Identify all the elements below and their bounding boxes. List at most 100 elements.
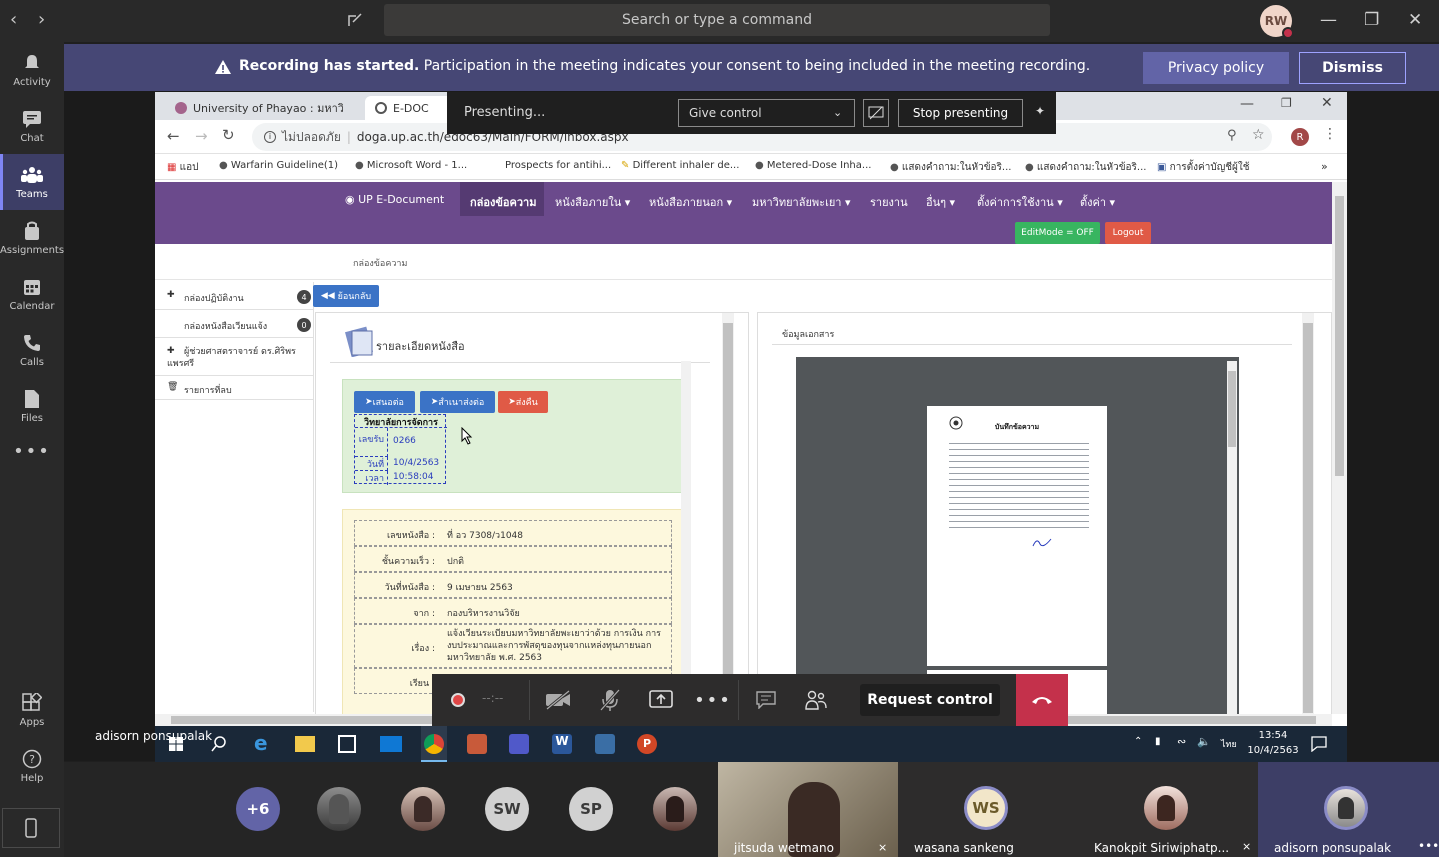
mail-icon[interactable] — [380, 736, 402, 752]
mobile-device-button[interactable] — [2, 808, 60, 848]
ellipsis-icon[interactable]: ••• — [1418, 839, 1439, 853]
maximize-icon[interactable]: ❐ — [1364, 10, 1379, 30]
store-icon[interactable] — [338, 735, 356, 753]
bookmark-item[interactable]: ✎ Different inhaler de... — [621, 160, 739, 171]
camera-off-button[interactable] — [532, 674, 584, 726]
inner-scrollbar[interactable] — [681, 361, 691, 714]
participant-avatar-sp[interactable]: SP — [569, 787, 613, 831]
nav-external[interactable]: หนังสือภายนอก ▾ — [649, 193, 732, 211]
rail-item-files[interactable]: Files — [0, 378, 64, 434]
profile-icon[interactable]: R — [1291, 128, 1309, 146]
nav-other[interactable]: อื่นๆ ▾ — [926, 193, 955, 211]
back-button[interactable]: ◀◀ ย้อนกลับ — [313, 285, 379, 307]
bookmark-item[interactable]: Prospects for antihi... — [505, 160, 611, 171]
sidebar-item-deleted[interactable]: 🗑 รายการที่ลบ — [155, 376, 313, 400]
mute-button[interactable] — [584, 674, 636, 726]
hang-up-button[interactable] — [1016, 674, 1068, 726]
nav-usage-settings[interactable]: ตั้งค่าการใช้งาน ▾ — [977, 193, 1063, 211]
bookmark-item[interactable]: ● แสดงคำถาม:ในหัวข้อริ... — [1025, 160, 1146, 175]
nav-university[interactable]: มหาวิทยาลัยพะเยา ▾ — [752, 193, 851, 211]
compose-icon[interactable] — [347, 12, 363, 28]
give-control-dropdown[interactable]: Give control ⌄ — [678, 99, 855, 127]
nav-internal[interactable]: หนังสือภายใน ▾ — [555, 193, 630, 211]
language-indicator[interactable]: ไทย — [1221, 737, 1237, 751]
participants-button[interactable] — [790, 674, 842, 726]
reload-icon[interactable]: ↻ — [222, 126, 235, 144]
file-explorer-icon[interactable] — [295, 736, 315, 752]
browser-back-icon[interactable]: ← — [167, 127, 180, 145]
notification-icon[interactable] — [1311, 736, 1327, 752]
word-icon[interactable]: W — [552, 734, 572, 754]
browser-restore-icon[interactable]: ❐ — [1281, 96, 1292, 110]
more-bookmarks-icon[interactable]: » — [1321, 160, 1328, 173]
bookmark-item[interactable]: ▣ การตั้งค่าบัญชีผู้ใช้ — [1157, 160, 1250, 175]
more-actions-button[interactable]: ••• — [687, 674, 739, 726]
sidebar-item-circular[interactable]: กล่องหนังสือเวียนแจ้ง 0 — [155, 310, 313, 338]
request-control-button[interactable]: Request control — [860, 684, 1000, 716]
star-icon[interactable]: ☆ — [1252, 127, 1265, 143]
site-brand[interactable]: ◉ UP E-Document — [345, 193, 444, 206]
participant-avatar[interactable] — [653, 787, 697, 831]
privacy-policy-button[interactable]: Privacy policy — [1143, 52, 1289, 84]
edge-app-icon[interactable]: e — [254, 731, 268, 755]
forward-icon[interactable]: › — [38, 9, 45, 30]
nav-settings[interactable]: ตั้งค่า ▾ — [1080, 193, 1115, 211]
powerpoint-icon[interactable]: P — [637, 734, 657, 754]
rail-item-activity[interactable]: Activity — [0, 42, 64, 98]
copy-forward-button[interactable]: ➤ สำเนาส่งต่อ — [420, 391, 495, 413]
sidebar-item-work[interactable]: ✚ กล่องปฏิบัติงาน 4 — [155, 282, 313, 310]
rail-item-apps[interactable]: Apps — [0, 682, 64, 738]
rail-item-calls[interactable]: Calls — [0, 322, 64, 378]
stop-presenting-button[interactable]: Stop presenting — [898, 99, 1023, 127]
close-icon[interactable]: ✕ — [1408, 10, 1422, 30]
participant-tile-ws[interactable]: WS wasana sankeng — [898, 762, 1078, 857]
wifi-icon[interactable]: ∾ — [1177, 735, 1186, 748]
dismiss-button[interactable]: Dismiss — [1299, 52, 1406, 84]
chat-toggle-button[interactable] — [740, 674, 792, 726]
rail-item-calendar[interactable]: Calendar — [0, 266, 64, 322]
zoom-icon[interactable]: ⚲ — [1227, 128, 1237, 143]
return-button[interactable]: ➤ ส่งคืน — [498, 391, 548, 413]
rail-item-assignments[interactable]: Assignments — [0, 210, 64, 266]
sidebar-item-person[interactable]: ✚ ผู้ช่วยศาสตราจารย์ ดร.ศิริพร แพรศรี — [155, 338, 313, 376]
logout-button[interactable]: Logout — [1105, 222, 1151, 244]
app-icon[interactable] — [595, 734, 615, 754]
volume-icon[interactable]: 🔈 — [1197, 735, 1211, 748]
teams-taskbar-icon[interactable] — [509, 734, 529, 754]
browser-tab-edoc[interactable]: E-DOC — [365, 96, 455, 120]
more-apps-button[interactable]: ••• — [0, 436, 64, 466]
rail-item-teams[interactable]: Teams — [0, 154, 64, 210]
user-avatar[interactable]: RW — [1260, 5, 1294, 39]
forward-button[interactable]: ➤ เสนอต่อ — [354, 391, 415, 413]
bookmark-item[interactable]: ● แสดงคำถาม:ในหัวข้อริ... — [890, 160, 1011, 175]
bookmark-item[interactable]: ● Microsoft Word - 1... — [355, 160, 467, 171]
back-icon[interactable]: ‹ — [10, 9, 17, 30]
pdf-scrollbar[interactable] — [1227, 361, 1237, 714]
bookmark-item[interactable]: ● Warfarin Guideline(1) — [219, 160, 338, 171]
browser-minimize-icon[interactable]: — — [1240, 96, 1254, 112]
browser-tab-university[interactable]: University of Phayao : มหาวิทยาลั — [165, 96, 355, 120]
chrome-taskbar-button[interactable] — [421, 726, 447, 762]
participant-avatar-sw[interactable]: SW — [485, 787, 529, 831]
pin-icon[interactable]: ✦ — [1035, 104, 1045, 118]
rail-item-chat[interactable]: Chat — [0, 98, 64, 154]
rail-item-help[interactable]: ? Help — [0, 738, 64, 794]
bookmark-apps[interactable]: ▦ แอป — [167, 160, 198, 175]
participant-avatar[interactable] — [317, 787, 361, 831]
preview-scrollbar[interactable] — [1302, 313, 1314, 714]
pdf-viewer[interactable]: บันทึกข้อความ — [796, 357, 1239, 714]
record-button[interactable] — [432, 674, 484, 726]
participant-video-tile[interactable]: jitsuda wetmano ⨯ — [718, 762, 898, 857]
chevron-up-icon[interactable]: ⌃ — [1134, 736, 1142, 747]
search-icon[interactable] — [211, 736, 227, 752]
nav-reports[interactable]: รายงาน — [870, 193, 908, 211]
command-search-input[interactable]: Search or type a command — [384, 4, 1050, 36]
browser-close-icon[interactable]: ✕ — [1321, 95, 1333, 111]
page-scrollbar[interactable] — [1332, 182, 1347, 714]
editmode-button[interactable]: EditMode = OFF — [1015, 222, 1100, 244]
participant-tile[interactable]: Kanokpit Siriwiphatp... ⨯ — [1078, 762, 1258, 857]
minimize-icon[interactable]: — — [1320, 10, 1337, 30]
bookmark-item[interactable]: ● Metered-Dose Inha... — [755, 160, 871, 171]
html-app-icon[interactable] — [467, 734, 487, 754]
overflow-participants[interactable]: +6 — [236, 787, 280, 831]
